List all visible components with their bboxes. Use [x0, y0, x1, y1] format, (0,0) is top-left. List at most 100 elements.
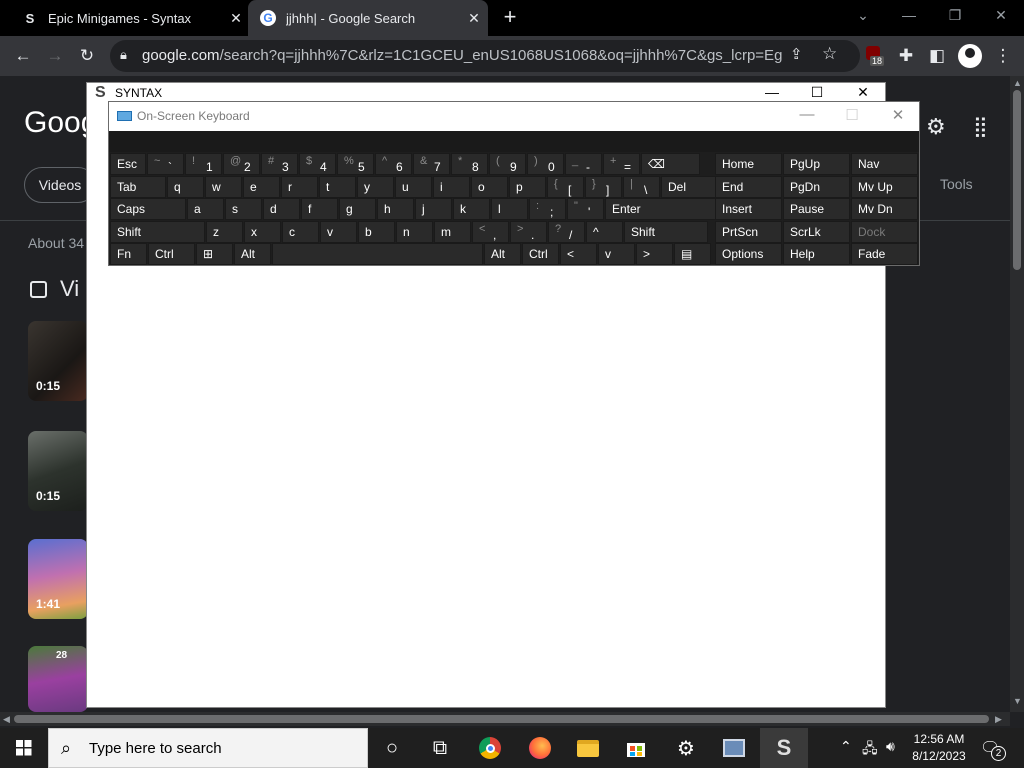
osk-key[interactable]: @2: [223, 153, 260, 175]
osk-nav-key[interactable]: Fade: [851, 243, 918, 265]
task-view-icon[interactable]: ⧉: [416, 728, 464, 768]
osk-key[interactable]: + =: [603, 153, 640, 175]
side-panel-icon[interactable]: ◧: [924, 43, 950, 69]
osk-key[interactable]: Tab: [110, 175, 166, 198]
tab-google-search[interactable]: G jjhhh| - Google Search ✕: [248, 0, 488, 36]
osk-nav-key[interactable]: PrtScn: [715, 220, 782, 243]
osk-key[interactable]: Shift: [624, 220, 708, 243]
osk-key[interactable]: {[: [547, 175, 584, 198]
osk-key[interactable]: Esc: [110, 153, 146, 175]
settings-gear-icon[interactable]: ⚙: [926, 114, 946, 140]
restore-button[interactable]: ❐: [932, 4, 978, 28]
video-thumbnail[interactable]: 0:15: [28, 431, 88, 511]
share-icon[interactable]: ⇪: [790, 45, 803, 63]
osk-key[interactable]: }]: [585, 175, 622, 198]
osk-key[interactable]: d: [263, 198, 300, 220]
profile-avatar[interactable]: [958, 44, 982, 68]
minimize-button[interactable]: —: [886, 4, 932, 28]
osk-nav-key[interactable]: PgUp: [783, 153, 850, 175]
osk-key[interactable]: v: [598, 243, 635, 265]
back-button[interactable]: ←: [10, 43, 36, 69]
osk-key[interactable]: ! 1: [185, 153, 222, 175]
start-button[interactable]: [0, 728, 48, 768]
osk-key[interactable]: Alt: [234, 243, 271, 265]
osk-key[interactable]: b: [358, 220, 395, 243]
osk-key[interactable]: a: [187, 198, 224, 220]
osk-key[interactable]: ▤: [674, 243, 711, 265]
osk-key[interactable]: o: [471, 175, 508, 198]
osk-key[interactable]: t: [319, 175, 356, 198]
osk-key[interactable]: w: [205, 175, 242, 198]
osk-key[interactable]: Fn: [110, 243, 147, 265]
osk-spacebar[interactable]: [272, 243, 483, 265]
osk-key[interactable]: v: [320, 220, 357, 243]
maximize-button[interactable]: ☐: [802, 84, 832, 101]
osk-nav-key[interactable]: End: [715, 175, 782, 198]
close-button[interactable]: ✕: [883, 106, 913, 124]
osk-key[interactable]: ^: [586, 220, 623, 243]
osk-nav-key[interactable]: Pause: [783, 198, 850, 220]
video-thumbnail[interactable]: 0:15: [28, 321, 88, 401]
osk-key[interactable]: ? /: [548, 220, 585, 243]
osk-key[interactable]: | \: [623, 175, 660, 198]
osk-key[interactable]: Enter: [605, 198, 718, 220]
scroll-up-arrow-icon[interactable]: ▲: [1013, 78, 1022, 88]
osk-key[interactable]: Ctrl: [148, 243, 195, 265]
osk-key[interactable]: p: [509, 175, 546, 198]
osk-key[interactable]: j: [415, 198, 452, 220]
osk-key[interactable]: i: [433, 175, 470, 198]
osk-nav-key[interactable]: Nav: [851, 153, 918, 175]
chrome-icon[interactable]: [466, 728, 514, 768]
clock[interactable]: 12:56 AM 8/12/2023: [905, 731, 973, 765]
taskbar-search-box[interactable]: ⌕ Type here to search: [48, 728, 368, 768]
file-explorer-icon[interactable]: [564, 728, 612, 768]
url-text[interactable]: google.com/search?q=jjhhh%7C&rlz=1C1GCEU…: [142, 47, 782, 64]
osk-key[interactable]: e: [243, 175, 280, 198]
osk-nav-key[interactable]: Options: [715, 243, 782, 265]
scroll-left-arrow-icon[interactable]: ◀: [3, 714, 10, 725]
osk-key[interactable]: Ctrl: [522, 243, 559, 265]
osk-key[interactable]: n: [396, 220, 433, 243]
network-app-icon[interactable]: [710, 728, 758, 768]
osk-key[interactable]: & 7: [413, 153, 450, 175]
osk-key[interactable]: _ -: [565, 153, 602, 175]
osk-key[interactable]: q: [167, 175, 204, 198]
osk-key[interactable]: m: [434, 220, 471, 243]
minimize-button[interactable]: —: [792, 106, 822, 123]
osk-key[interactable]: >.: [510, 220, 547, 243]
firefox-icon[interactable]: [516, 728, 564, 768]
osk-key[interactable]: " ': [567, 198, 604, 220]
show-hidden-icons-icon[interactable]: ⌃: [840, 738, 852, 755]
osk-key[interactable]: :;: [529, 198, 566, 220]
osk-nav-key[interactable]: Insert: [715, 198, 782, 220]
settings-icon[interactable]: ⚙: [662, 728, 710, 768]
video-thumbnail[interactable]: 28: [28, 646, 88, 712]
osk-key[interactable]: h: [377, 198, 414, 220]
osk-key[interactable]: g: [339, 198, 376, 220]
osk-key[interactable]: $4: [299, 153, 336, 175]
osk-key[interactable]: ^ 6: [375, 153, 412, 175]
osk-key[interactable]: ⊞: [196, 243, 233, 265]
scroll-right-arrow-icon[interactable]: ▶: [995, 714, 1002, 725]
address-bar[interactable]: 🔒︎ google.com/search?q=jjhhh%7C&rlz=1C1G…: [110, 40, 860, 72]
bookmark-star-icon[interactable]: ☆: [822, 44, 837, 64]
vertical-scrollbar-thumb[interactable]: [1013, 90, 1021, 270]
close-button[interactable]: ✕: [848, 84, 878, 101]
osk-key[interactable]: (9: [489, 153, 526, 175]
osk-key[interactable]: y: [357, 175, 394, 198]
close-window-button[interactable]: ✕: [978, 4, 1024, 28]
minimize-button[interactable]: —: [757, 84, 787, 100]
osk-key[interactable]: s: [225, 198, 262, 220]
store-icon[interactable]: [612, 728, 660, 768]
notifications-button[interactable]: 🗨︎ 2: [980, 738, 1006, 761]
scroll-down-arrow-icon[interactable]: ▼: [1013, 696, 1022, 706]
osk-key[interactable]: k: [453, 198, 490, 220]
close-tab-icon[interactable]: ✕: [466, 10, 482, 27]
menu-icon[interactable]: ⋮: [990, 43, 1016, 69]
osk-key[interactable]: Del: [661, 175, 716, 198]
syntax-taskbar-icon[interactable]: S: [760, 728, 808, 768]
osk-title-bar[interactable]: On-Screen Keyboard — ☐ ✕: [109, 102, 919, 131]
osk-key[interactable]: f: [301, 198, 338, 220]
cortana-icon[interactable]: ○: [368, 728, 416, 768]
osk-nav-key[interactable]: PgDn: [783, 175, 850, 198]
